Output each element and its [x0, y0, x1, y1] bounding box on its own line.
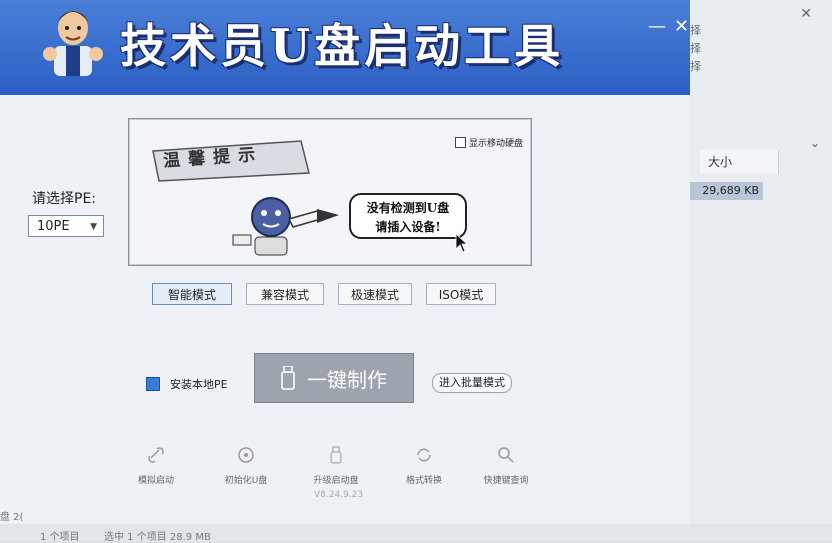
convert-icon — [417, 448, 431, 462]
tool-simulate-boot[interactable]: 模拟启动 — [116, 446, 196, 486]
tool-format-convert-label: 格式转换 — [405, 476, 442, 486]
minimize-button[interactable]: — — [648, 16, 666, 37]
tool-hotkey-query-label: 快捷键查询 — [483, 476, 529, 486]
one-click-make-button[interactable]: 一键制作 — [254, 353, 414, 403]
pe-dropdown-value: 10PE — [37, 219, 70, 234]
link-icon — [148, 447, 164, 463]
usb-drive-icon — [281, 366, 295, 390]
notice-message-bubble: 没有检测到U盘 请插入设备! — [349, 193, 467, 239]
init-icon — [238, 447, 254, 463]
mode-smart-button[interactable]: 智能模式 — [152, 283, 232, 305]
search-icon — [498, 447, 514, 463]
tool-hotkey-query[interactable]: 快捷键查询 — [466, 446, 546, 486]
pe-dropdown[interactable]: 10PE ▼ — [28, 215, 104, 237]
checkbox-box[interactable] — [455, 137, 466, 148]
close-button[interactable]: ✕ — [674, 16, 689, 37]
one-click-make-label: 一键制作 — [307, 367, 387, 392]
version-label: V8.24.9.23 — [314, 490, 364, 500]
explorer-status-bar: 1 个项目 选中 1 个项目 28.9 MB — [0, 524, 832, 543]
app-window: 技术员U盘启动工具 — ✕ 温馨提示 显示移动硬盘 没有检测到U盘 请插入设备! — [0, 0, 690, 542]
install-local-label: 安装本地PE — [170, 378, 228, 391]
mascot-icon — [232, 197, 339, 256]
tool-init-usb[interactable]: 初始化U盘 — [206, 446, 286, 486]
lower-left-text: 盘 2( — [0, 512, 24, 523]
mode-fast-button[interactable]: 极速模式 — [338, 283, 412, 305]
chevron-down-icon[interactable]: ⌄ — [810, 136, 820, 150]
pe-select-label: 请选择PE: — [32, 191, 97, 207]
tool-simulate-boot-label: 模拟启动 — [137, 476, 174, 486]
dropdown-arrow-icon[interactable]: ▼ — [90, 216, 97, 238]
status-item-count: 1 个项目 — [40, 532, 80, 543]
mode-compatible-button[interactable]: 兼容模式 — [246, 283, 324, 305]
notice-panel: 温馨提示 显示移动硬盘 没有检测到U盘 请插入设备! — [128, 118, 532, 266]
tool-upgrade-boot[interactable]: 升级启动盘 — [296, 446, 376, 486]
notice-message-line2: 请插入设备! — [375, 220, 441, 234]
notice-message-line1: 没有检测到U盘 — [366, 201, 450, 215]
file-size-cell[interactable]: 29,689 KB — [686, 182, 763, 200]
show-hdd-checkbox[interactable]: 显示移动硬盘 — [455, 136, 523, 149]
install-local-icon — [146, 377, 160, 391]
tool-upgrade-boot-label: 升级启动盘 — [313, 476, 359, 486]
checkbox-label: 显示移动硬盘 — [469, 139, 524, 149]
app-banner: 技术员U盘启动工具 — ✕ — [0, 0, 690, 95]
background-explorer: ✕ 择 择 择 ⌄ 大小 29,689 KB — [686, 0, 832, 542]
mouse-cursor-icon — [455, 233, 469, 253]
batch-mode-button[interactable]: 进入批量模式 — [432, 373, 512, 393]
app-title: 技术员U盘启动工具 — [120, 19, 565, 73]
status-selected: 选中 1 个项目 28.9 MB — [104, 532, 211, 543]
install-local-pe[interactable]: 安装本地PE — [146, 376, 228, 392]
tool-init-usb-label: 初始化U盘 — [224, 476, 268, 486]
explorer-side-text: 择 择 择 — [690, 24, 701, 73]
tool-format-convert[interactable]: 格式转换 — [384, 446, 464, 486]
column-header-size[interactable]: 大小 — [700, 150, 779, 174]
usb-upgrade-icon — [330, 446, 342, 464]
technician-avatar-icon — [43, 11, 103, 76]
mode-iso-button[interactable]: ISO模式 — [426, 283, 496, 305]
explorer-close-icon[interactable]: ✕ — [800, 6, 812, 22]
